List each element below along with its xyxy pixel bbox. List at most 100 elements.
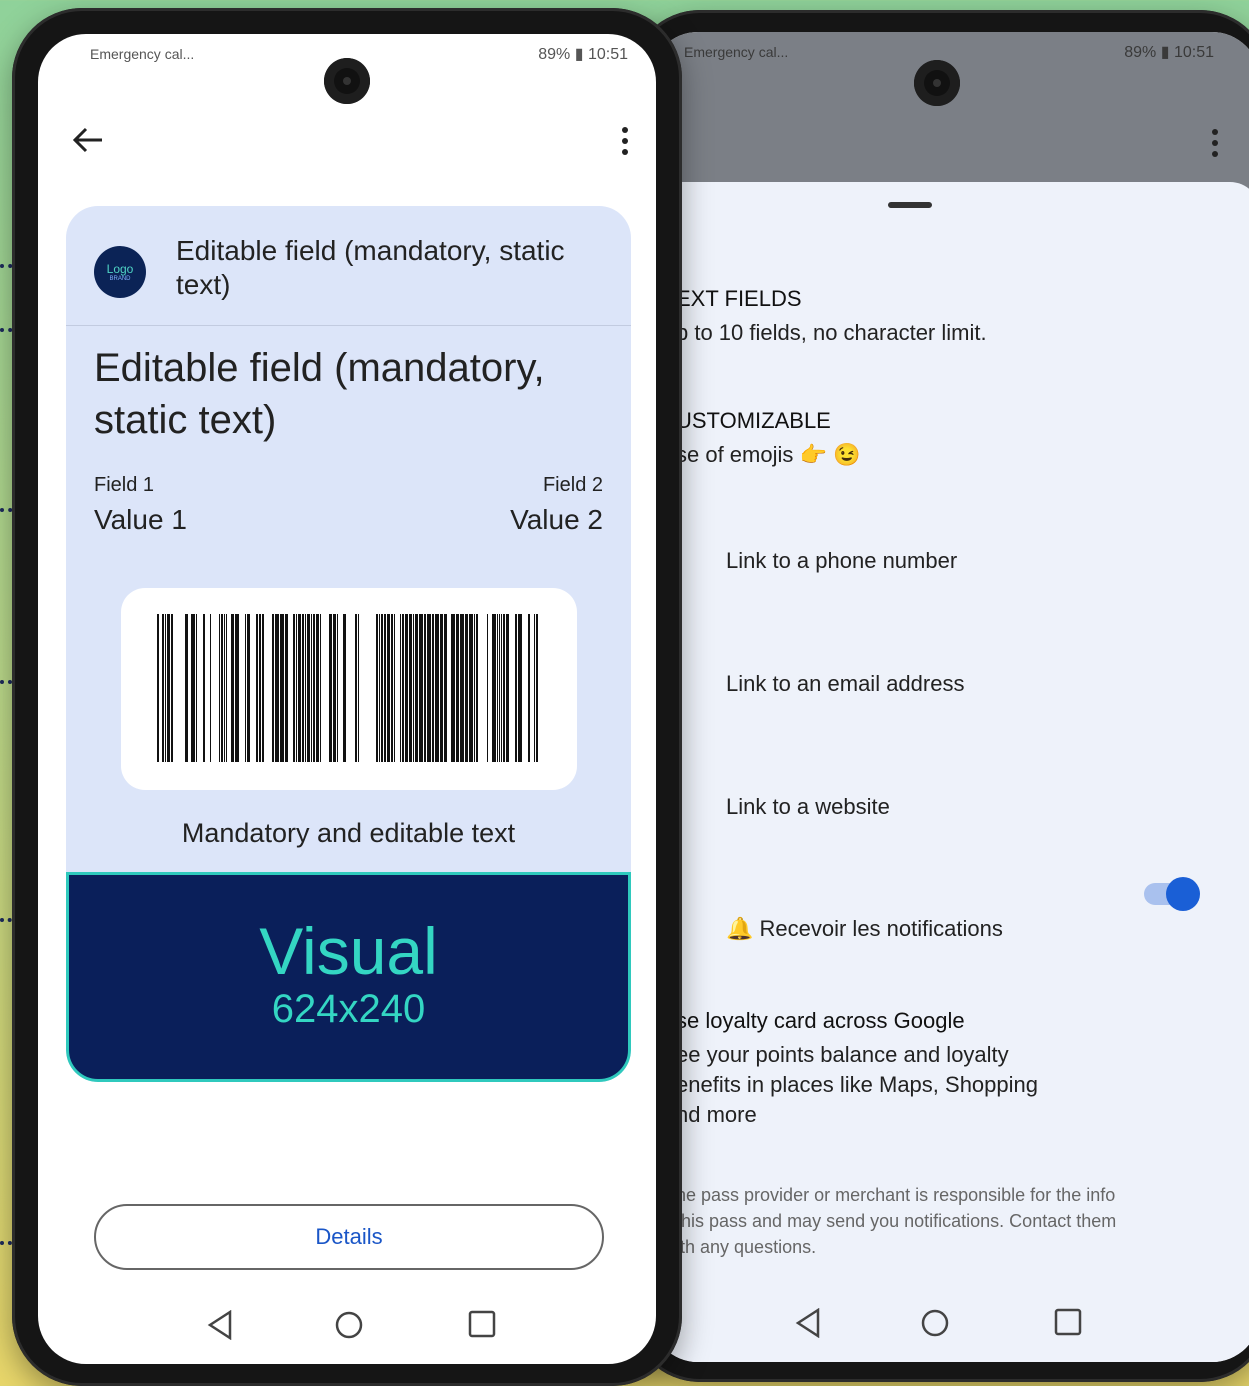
barcode	[157, 614, 538, 762]
back-arrow-icon[interactable]	[72, 126, 104, 159]
barcode-bar	[316, 614, 319, 762]
toggle-knob	[1166, 877, 1200, 911]
barcode-bar	[427, 614, 431, 762]
card-header-text: Editable field (mandatory, static text)	[176, 235, 565, 300]
status-left: Emergency cal...	[90, 46, 195, 62]
barcode-bar	[503, 614, 505, 762]
barcode-bar	[432, 614, 434, 762]
barcode-bar	[247, 614, 250, 762]
loyalty-body-line-1: ee your points balance and loyalty	[676, 1042, 1009, 1067]
barcode-bar	[460, 614, 464, 762]
barcode-bar	[157, 614, 159, 762]
field-1-value: Value 1	[94, 504, 187, 535]
details-button[interactable]: Details	[94, 1204, 604, 1270]
barcode-bar	[329, 614, 332, 762]
link-phone-label: Link to a phone number	[726, 548, 958, 573]
barcode-bar	[435, 614, 439, 762]
barcode-bar	[413, 614, 414, 762]
barcode-bar	[394, 614, 395, 762]
barcode-bar	[226, 614, 227, 762]
barcode-bar	[534, 614, 535, 762]
link-notifications[interactable]: 🔔 Recevoir les notifications	[650, 910, 1249, 950]
hero-visual: Visual 624x240	[66, 872, 631, 1082]
barcode-bar	[259, 614, 261, 762]
barcode-bar	[171, 614, 173, 762]
barcode-bar	[440, 614, 443, 762]
visual-title: Visual	[259, 914, 438, 988]
barcode-bar	[224, 614, 225, 762]
barcode-bar	[293, 614, 295, 762]
barcode-bar	[487, 614, 488, 762]
barcode-bar	[451, 614, 455, 762]
right-phone: Emergency cal... 89% ▮ 10:51 EXT FIELDS …	[630, 10, 1249, 1382]
sheet-handle[interactable]	[888, 202, 932, 208]
barcode-bar	[275, 614, 279, 762]
barcode-container	[121, 588, 577, 790]
barcode-bar	[444, 614, 447, 762]
link-notifications-label: 🔔 Recevoir les notifications	[726, 916, 1003, 941]
barcode-bar	[337, 614, 338, 762]
link-website-label: Link to a website	[726, 794, 890, 819]
navigation-bar	[38, 1296, 656, 1356]
barcode-bar	[379, 614, 380, 762]
overflow-menu-icon[interactable]	[622, 126, 628, 161]
barcode-bar	[456, 614, 459, 762]
barcode-bar	[381, 614, 383, 762]
barcode-bar	[506, 614, 509, 762]
barcode-bar	[358, 614, 359, 762]
barcode-bar	[409, 614, 412, 762]
right-phone-screen: Emergency cal... 89% ▮ 10:51 EXT FIELDS …	[650, 32, 1249, 1362]
link-phone-number[interactable]: Link to a phone number	[650, 542, 1249, 582]
barcode-bar	[465, 614, 468, 762]
logo-text: Logo	[106, 262, 134, 276]
overflow-menu-icon[interactable]	[1212, 128, 1218, 158]
barcode-bar	[165, 614, 166, 762]
logo-subtext: BRAND	[109, 276, 131, 282]
status-right: 89% ▮ 10:51	[1124, 44, 1214, 61]
bottom-sheet: EXT FIELDS p to 10 fields, no character …	[650, 182, 1249, 1362]
barcode-bar	[501, 614, 502, 762]
loyalty-card: Logo BRAND Editable field (mandatory, st…	[66, 206, 631, 1082]
barcode-bar	[285, 614, 288, 762]
disclaimer-line-2: this pass and may send you notifications…	[676, 1211, 1117, 1231]
barcode-bar	[245, 614, 246, 762]
barcode-bar	[492, 614, 496, 762]
barcode-bar	[333, 614, 336, 762]
barcode-bar	[185, 614, 188, 762]
link-email-address[interactable]: Link to an email address	[650, 665, 1249, 705]
link-website[interactable]: Link to a website	[650, 788, 1249, 828]
home-nav-icon[interactable]	[920, 1308, 950, 1338]
barcode-bar	[262, 614, 264, 762]
back-nav-icon[interactable]	[794, 1308, 822, 1338]
barcode-bar	[343, 614, 346, 762]
barcode-bar	[302, 614, 304, 762]
recents-nav-icon[interactable]	[468, 1310, 496, 1338]
barcode-bar	[536, 614, 538, 762]
back-nav-icon[interactable]	[206, 1310, 234, 1340]
barcode-bar	[355, 614, 357, 762]
barcode-bar	[400, 614, 401, 762]
customizable-title: USTOMIZABLE	[676, 408, 831, 433]
front-camera	[324, 58, 370, 104]
barcode-bar	[515, 614, 517, 762]
status-right: 89% ▮ 10:51	[538, 46, 628, 63]
barcode-bar	[387, 614, 390, 762]
loyalty-title: se loyalty card across Google	[676, 1008, 965, 1033]
barcode-bar	[528, 614, 530, 762]
barcode-bar	[405, 614, 408, 762]
barcode-bar	[305, 614, 306, 762]
card-divider	[66, 325, 631, 326]
barcode-bar	[419, 614, 423, 762]
home-nav-icon[interactable]	[334, 1310, 364, 1340]
barcode-bar	[474, 614, 475, 762]
barcode-bar	[320, 614, 321, 762]
navigation-bar	[650, 1294, 1249, 1354]
loyalty-toggle[interactable]	[1144, 876, 1200, 911]
field-1-label: Field 1	[94, 474, 155, 496]
barcode-bar	[167, 614, 170, 762]
recents-nav-icon[interactable]	[1054, 1308, 1082, 1336]
brand-logo: Logo BRAND	[94, 246, 146, 298]
text-fields-body: p to 10 fields, no character limit.	[676, 320, 987, 345]
disclaimer: he pass provider or merchant is responsi…	[676, 1182, 1216, 1260]
front-camera	[914, 60, 960, 106]
